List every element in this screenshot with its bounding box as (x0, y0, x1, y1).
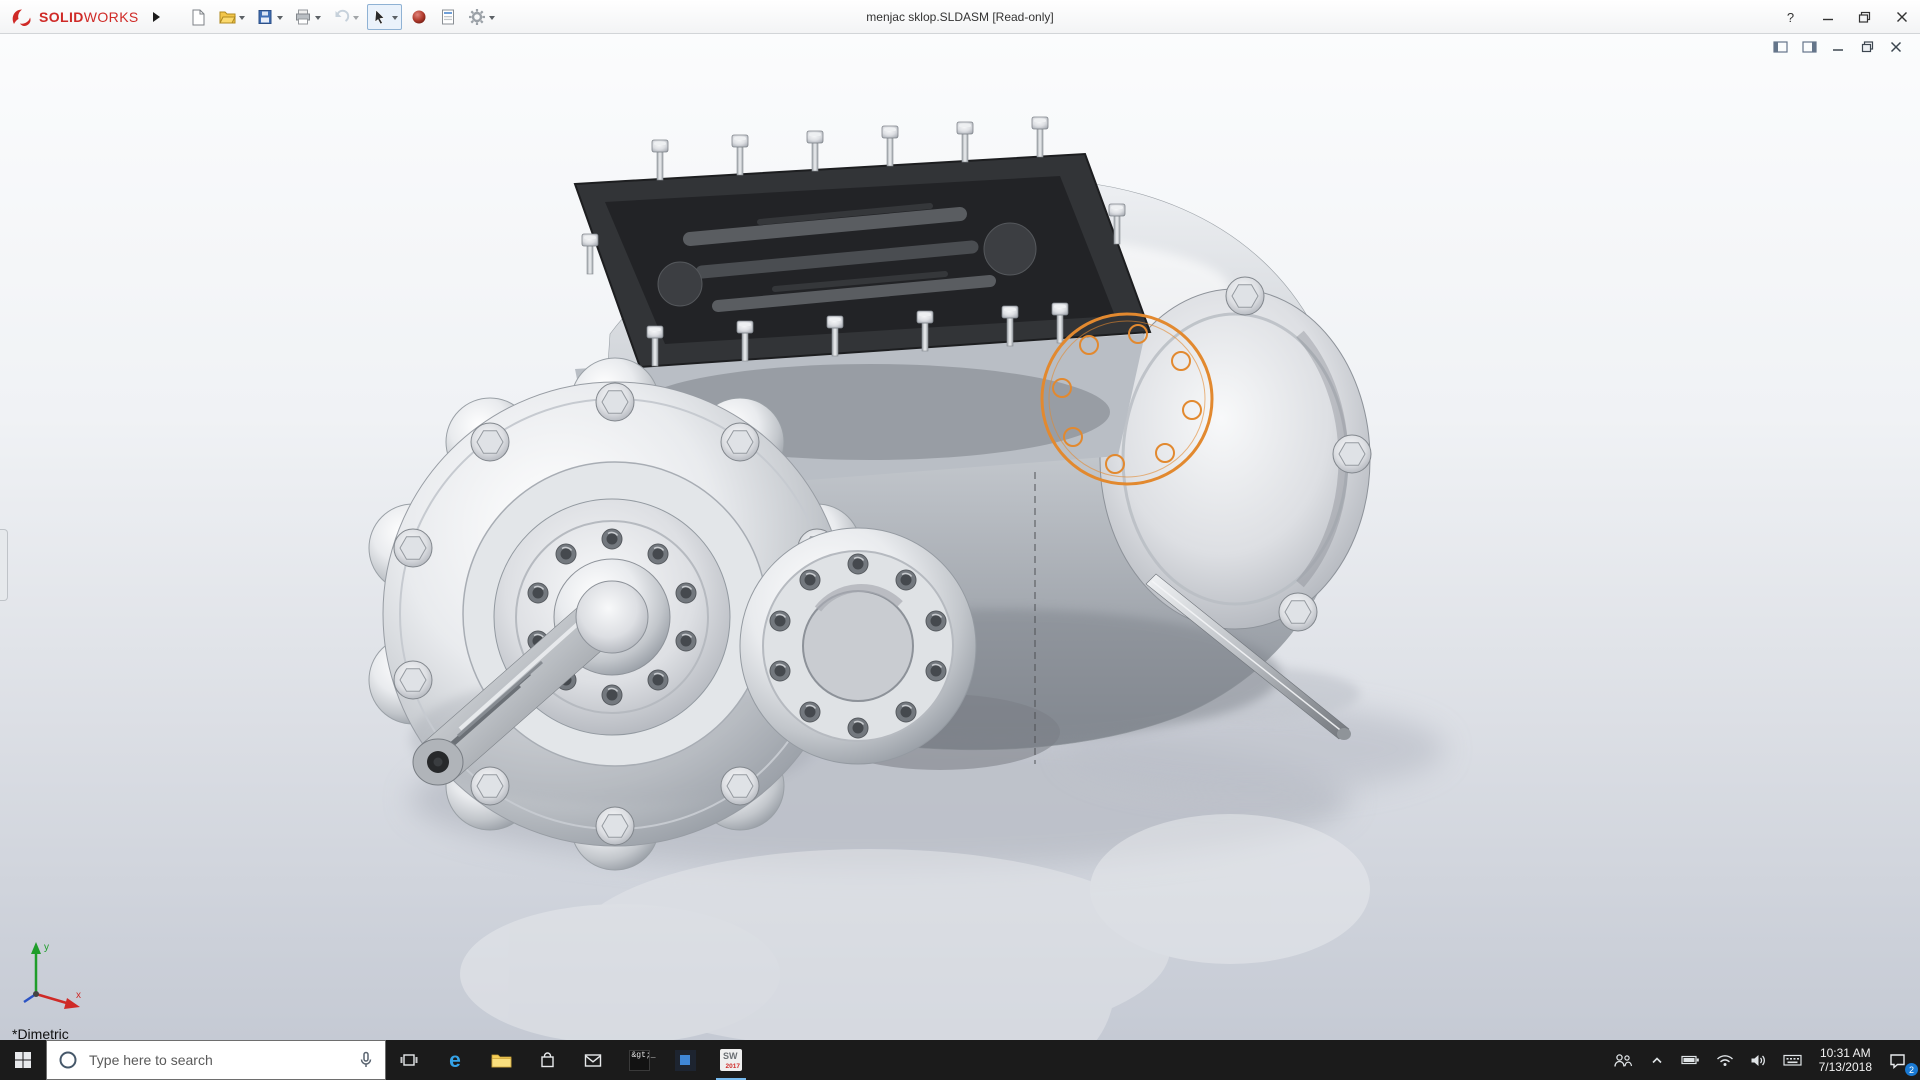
options-button[interactable] (465, 4, 498, 30)
brand-works: WORKS (84, 9, 139, 25)
action-center-icon (1889, 1052, 1906, 1069)
select-tool-button[interactable] (367, 4, 402, 30)
print-icon (294, 8, 312, 26)
help-button[interactable]: ? (1772, 0, 1809, 34)
gearbox-assembly-model[interactable] (0, 34, 1920, 1040)
undo-button[interactable] (329, 4, 362, 30)
mail-icon (584, 1053, 602, 1068)
new-document-icon (189, 8, 207, 26)
touch-keyboard-icon (1783, 1053, 1802, 1067)
view-orientation-label: *Dimetric (12, 1026, 69, 1040)
show-hidden-icons-button[interactable] (1641, 1040, 1673, 1080)
window-controls: ? (1772, 0, 1920, 34)
windows-taskbar: e &gt;_ (0, 1040, 1920, 1080)
triad-y-label: y (44, 942, 49, 953)
solidworks-app-button[interactable]: SW 2017 (708, 1040, 754, 1080)
document-window-controls (1770, 39, 1906, 55)
edge-button[interactable]: e (432, 1040, 478, 1080)
edge-icon: e (449, 1050, 461, 1071)
command-prompt-button[interactable]: &gt;_ (616, 1040, 662, 1080)
open-dropdown-arrow[interactable] (239, 16, 245, 20)
command-prompt-icon: &gt;_ (629, 1050, 650, 1071)
touch-keyboard-button[interactable] (1775, 1040, 1810, 1080)
graphics-area[interactable]: y x *Dimetric (0, 34, 1920, 1040)
print-button[interactable] (291, 4, 324, 30)
store-icon (539, 1052, 556, 1069)
appearance-sphere-icon (410, 8, 428, 26)
save-icon (256, 8, 274, 26)
solidworks-window: SOLIDWORKS (0, 0, 1920, 1080)
orientation-triad: y x (14, 938, 88, 1016)
task-view-button[interactable] (386, 1040, 432, 1080)
close-icon (1896, 11, 1908, 23)
open-button[interactable] (215, 4, 248, 30)
doc-minimize-button[interactable] (1828, 39, 1848, 55)
output-bearing-boss (740, 528, 976, 764)
doc-close-button[interactable] (1886, 39, 1906, 55)
select-cursor-icon (371, 8, 389, 26)
cortana-icon (57, 1049, 79, 1071)
chevron-up-icon (1649, 1053, 1665, 1067)
print-dropdown-arrow[interactable] (315, 16, 321, 20)
task-view-icon (400, 1051, 418, 1069)
app-tile-button[interactable] (662, 1040, 708, 1080)
new-document-button[interactable] (186, 4, 210, 30)
quick-access-toolbar (186, 4, 498, 30)
undo-icon (332, 8, 350, 26)
close-button[interactable] (1883, 0, 1920, 34)
document-properties-icon (439, 8, 457, 26)
triad-x-label: x (76, 990, 81, 1001)
network-button[interactable] (1708, 1040, 1742, 1080)
ds-logo-icon (10, 7, 34, 27)
store-button[interactable] (524, 1040, 570, 1080)
action-center-button[interactable]: 2 (1881, 1040, 1920, 1080)
people-icon (1613, 1053, 1633, 1068)
people-button[interactable] (1605, 1040, 1641, 1080)
appearance-button[interactable] (407, 4, 431, 30)
battery-icon (1681, 1053, 1700, 1067)
save-dropdown-arrow[interactable] (277, 16, 283, 20)
restore-button[interactable] (1846, 0, 1883, 34)
system-tray: 10:31 AM 7/13/2018 2 (1605, 1040, 1920, 1080)
minimize-button[interactable] (1809, 0, 1846, 34)
mail-button[interactable] (570, 1040, 616, 1080)
volume-button[interactable] (1742, 1040, 1775, 1080)
doc-pane-left-button[interactable] (1770, 39, 1790, 55)
solidworks-brand: SOLIDWORKS (10, 7, 139, 27)
undo-dropdown-arrow[interactable] (353, 16, 359, 20)
microphone-icon[interactable] (357, 1051, 375, 1069)
open-folder-icon (218, 8, 236, 26)
brand-text: SOLIDWORKS (39, 9, 139, 25)
windows-logo-icon (14, 1051, 32, 1069)
taskbar-clock[interactable]: 10:31 AM 7/13/2018 (1810, 1040, 1881, 1080)
document-properties-button[interactable] (436, 4, 460, 30)
clock-time: 10:31 AM (1819, 1046, 1872, 1060)
doc-pane-right-button[interactable] (1799, 39, 1819, 55)
clock-date: 7/13/2018 (1819, 1060, 1872, 1074)
menu-flyout-arrow-icon[interactable] (153, 12, 160, 22)
minimize-icon (1822, 11, 1834, 23)
title-bar: SOLIDWORKS (0, 0, 1920, 34)
notification-badge: 2 (1905, 1063, 1918, 1076)
options-dropdown-arrow[interactable] (489, 16, 495, 20)
save-button[interactable] (253, 4, 286, 30)
battery-button[interactable] (1673, 1040, 1708, 1080)
start-button[interactable] (0, 1040, 46, 1080)
file-explorer-icon (491, 1052, 512, 1069)
app-tile-icon (675, 1050, 696, 1071)
speaker-icon (1750, 1053, 1767, 1068)
file-explorer-button[interactable] (478, 1040, 524, 1080)
solidworks-app-icon: SW 2017 (720, 1049, 742, 1071)
options-gear-icon (468, 8, 486, 26)
wifi-icon (1716, 1053, 1734, 1067)
taskbar-search-box[interactable] (46, 1040, 386, 1080)
doc-restore-button[interactable] (1857, 39, 1877, 55)
select-dropdown-arrow[interactable] (392, 16, 398, 20)
search-input[interactable] (89, 1052, 347, 1068)
brand-solid: SOLID (39, 9, 84, 25)
feature-tree-flyout-tab[interactable] (0, 529, 8, 601)
restore-icon (1858, 11, 1871, 23)
